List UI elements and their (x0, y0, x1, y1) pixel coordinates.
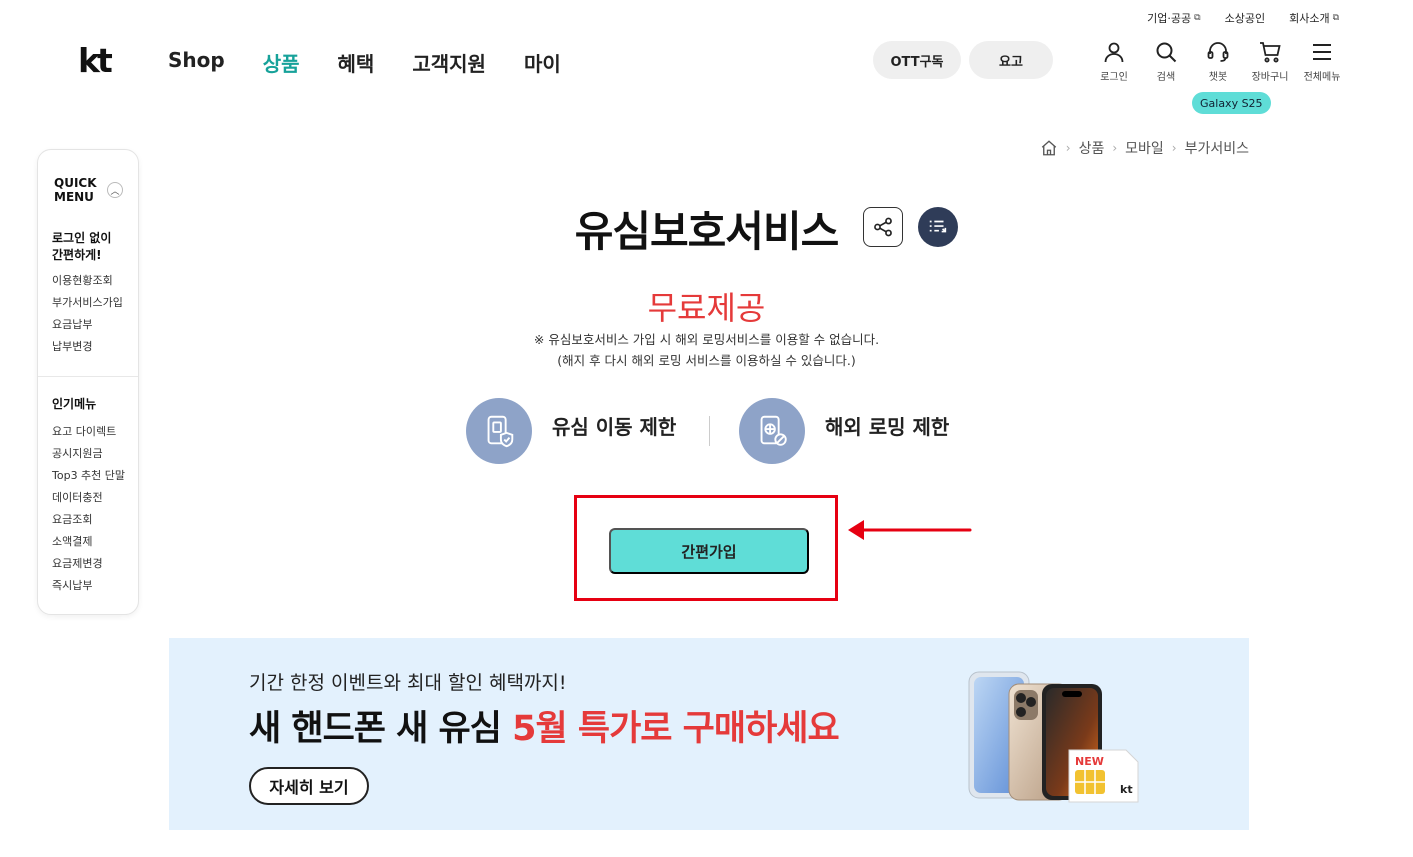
feature-sim-move-restriction: 유심 이동 제한 (466, 398, 676, 464)
quick-menu-item[interactable]: 즉시납부 (52, 575, 125, 597)
chevron-up-icon[interactable]: ︿ (107, 182, 123, 198)
nav-products[interactable]: 상품 (263, 48, 300, 77)
free-offer-text: 무료제공 (647, 289, 766, 327)
sim-new-label: NEW (1075, 755, 1104, 768)
annotation-arrow-icon (848, 520, 972, 540)
banner-headline-prefix: 새 핸드폰 새 유심 (249, 709, 513, 749)
share-icon (874, 217, 892, 237)
feature-roaming-restriction: 해외 로밍 제한 (739, 398, 949, 464)
chevron-right-icon: › (1065, 141, 1071, 155)
external-link-icon: ⧉ (1194, 13, 1201, 23)
quick-menu-item[interactable]: 요고 다이렉트 (52, 421, 125, 443)
quick-menu-item[interactable]: Top3 추천 단말 (52, 465, 125, 487)
search-icon (1156, 42, 1177, 63)
page-title: 유심보호서비스 (574, 207, 839, 256)
main-nav: Shop 상품 혜택 고객지원 마이 (168, 48, 561, 77)
cart-button[interactable]: 장바구니 (1244, 40, 1296, 83)
sim-shield-icon (466, 398, 532, 464)
header-icons: 로그인 검색 챗봇 장바구니 전체메뉴 (1088, 40, 1348, 83)
share-button[interactable] (863, 207, 903, 247)
cart-label: 장바구니 (1251, 72, 1289, 83)
search-button[interactable]: 검색 (1140, 40, 1192, 83)
login-button[interactable]: 로그인 (1088, 40, 1140, 83)
nav-benefits[interactable]: 혜택 (338, 48, 375, 77)
nav-shop[interactable]: Shop (168, 48, 225, 77)
chevron-right-icon: › (1171, 141, 1177, 155)
ott-subscription-button[interactable]: OTT구독 (873, 41, 961, 79)
quick-menu-item[interactable]: 요금제변경 (52, 553, 125, 575)
all-menu-label: 전체메뉴 (1303, 72, 1341, 83)
breadcrumb-mobile[interactable]: 모바일 (1125, 138, 1164, 158)
company-link-label: 회사소개 (1289, 12, 1330, 25)
quick-menu-item[interactable]: 공시지원금 (52, 443, 125, 465)
login-label: 로그인 (1100, 72, 1128, 83)
menu-icon (1313, 44, 1331, 60)
feature-label: 해외 로밍 제한 (825, 414, 950, 439)
yogo-plan-button[interactable]: 요고 (969, 41, 1053, 79)
galaxy-promo-badge[interactable]: Galaxy S25 (1192, 92, 1271, 114)
promo-banner[interactable]: 기간 한정 이벤트와 최대 할인 혜택까지! 새 핸드폰 새 유심 5월 특가로… (169, 638, 1249, 830)
quick-menu-item[interactable]: 소액결제 (52, 531, 125, 553)
chevron-right-icon: › (1112, 141, 1118, 155)
search-label: 검색 (1156, 72, 1176, 83)
banner-subtitle: 기간 한정 이벤트와 최대 할인 혜택까지! (249, 672, 567, 694)
banner-headline: 새 핸드폰 새 유심 5월 특가로 구매하세요 (249, 700, 840, 751)
quick-menu-title-line1: QUICK (54, 176, 97, 190)
banner-detail-button[interactable]: 자세히 보기 (249, 767, 369, 805)
home-icon[interactable] (1040, 139, 1058, 157)
kt-logo[interactable]: kt (78, 44, 113, 77)
notice-line2: (해지 후 다시 해외 로밍 서비스를 이용하실 수 있습니다.) (557, 353, 856, 368)
phones-and-sim-image: NEW kt (968, 671, 1139, 803)
quick-menu-item[interactable]: 요금조회 (52, 509, 125, 531)
cart-icon (1260, 42, 1281, 63)
breadcrumb-addon-services[interactable]: 부가서비스 (1185, 138, 1249, 158)
utility-bar: 기업·공공 ⧉ 소상공인 회사소개 ⧉ (1147, 10, 1339, 26)
quick-menu-item[interactable]: 데이터충전 (52, 487, 125, 509)
notice-line1: ※ 유심보호서비스 가입 시 해외 로밍서비스를 이용할 수 없습니다. (533, 332, 880, 347)
external-link-icon: ⧉ (1332, 13, 1339, 23)
title-wrap: 유심보호서비스 (0, 198, 1413, 259)
quick-menu-divider (38, 376, 138, 377)
nav-my[interactable]: 마이 (524, 48, 561, 77)
list-return-icon (929, 220, 947, 233)
user-icon (1104, 42, 1124, 63)
quick-menu-section-popular: 인기메뉴 (52, 397, 97, 411)
small-business-link[interactable]: 소상공인 (1225, 10, 1265, 26)
small-business-link-label: 소상공인 (1224, 12, 1266, 25)
nav-support[interactable]: 고객지원 (412, 48, 486, 77)
list-button[interactable] (918, 207, 958, 247)
chatbot-icon (1207, 42, 1229, 62)
business-link-label: 기업·공공 (1147, 12, 1192, 25)
company-link[interactable]: 회사소개 ⧉ (1289, 10, 1339, 26)
banner-headline-highlight: 5월 특가로 구매하세요 (512, 709, 840, 749)
sim-brand-label: kt (1120, 783, 1133, 796)
chatbot-button[interactable]: 챗봇 (1192, 40, 1244, 83)
all-menu-button[interactable]: 전체메뉴 (1296, 40, 1348, 83)
breadcrumb: › 상품 › 모바일 › 부가서비스 (1040, 138, 1249, 158)
quick-join-button[interactable]: 간편가입 (609, 528, 809, 574)
feature-divider (709, 416, 710, 446)
breadcrumb-products[interactable]: 상품 (1079, 138, 1105, 158)
roaming-notice: ※ 유심보호서비스 가입 시 해외 로밍서비스를 이용할 수 없습니다. (해지… (0, 329, 1413, 371)
feature-label: 유심 이동 제한 (552, 414, 677, 439)
quick-menu-list-popular: 요고 다이렉트 공시지원금 Top3 추천 단말 데이터충전 요금조회 소액결제… (52, 421, 125, 597)
business-link[interactable]: 기업·공공 ⧉ (1147, 10, 1200, 26)
chatbot-label: 챗봇 (1208, 72, 1228, 83)
roaming-block-icon (739, 398, 805, 464)
